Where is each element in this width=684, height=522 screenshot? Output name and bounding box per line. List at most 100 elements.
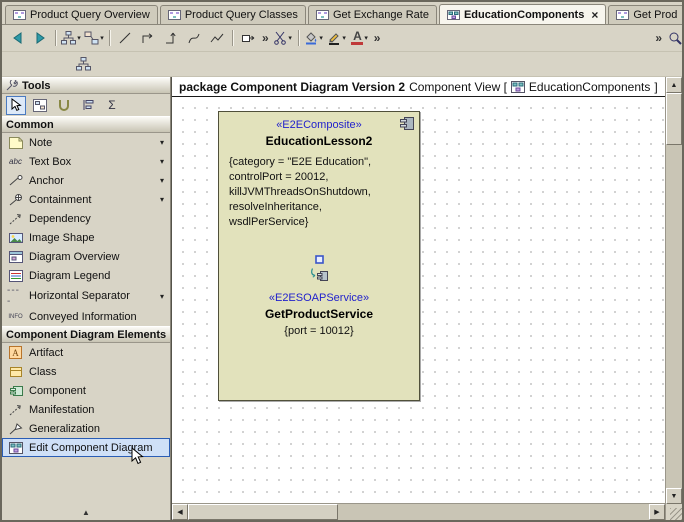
drag-tool-button[interactable]	[54, 96, 74, 115]
palette-item-artifact[interactable]: A Artifact	[2, 343, 170, 362]
common-header-label: Common	[6, 119, 54, 131]
component-icon	[9, 385, 23, 397]
palette-item-manifestation[interactable]: Manifestation	[2, 400, 170, 419]
palette-item-diagram-overview[interactable]: Diagram Overview	[2, 247, 170, 266]
palette-item-generalization[interactable]: Generalization	[2, 419, 170, 438]
palette-item-diagram-legend[interactable]: Diagram Legend	[2, 266, 170, 285]
display-related-elements-button[interactable]	[72, 54, 94, 74]
nested-properties: {port = 10012}	[219, 325, 419, 337]
palette-item-note[interactable]: Note ▾	[2, 133, 170, 152]
shape-arrow-button[interactable]	[237, 28, 259, 48]
curved-line-icon	[187, 31, 201, 45]
component-stereotype: «E2EComposite»	[219, 119, 419, 131]
dropdown-icon: ▾	[100, 34, 104, 42]
forward-button[interactable]	[29, 28, 51, 48]
class-icon	[9, 366, 23, 378]
toolbar-overflow-icon[interactable]: »	[372, 31, 383, 45]
scroll-left-button[interactable]: ◀	[172, 504, 188, 520]
fill-color-button[interactable]: ▾	[303, 28, 325, 48]
dropdown-icon[interactable]: ▾	[160, 138, 164, 147]
palette-item-image-shape[interactable]: Image Shape	[2, 228, 170, 247]
palette-item-anchor[interactable]: Anchor ▾	[2, 171, 170, 190]
rectilinear-line-icon	[141, 31, 155, 45]
select-in-tree-tool-button[interactable]	[30, 96, 50, 115]
dropdown-icon: ▾	[77, 34, 81, 42]
component-diagram-elements-section-header[interactable]: Component Diagram Elements	[2, 326, 170, 343]
containment-tree-button[interactable]: ▾	[60, 28, 82, 48]
zigzag-path-button[interactable]	[206, 28, 228, 48]
dropdown-icon[interactable]: ▾	[160, 157, 164, 166]
dropdown-icon[interactable]: ▾	[160, 195, 164, 204]
common-section-header[interactable]: Common	[2, 116, 170, 133]
horizontal-scroll-track[interactable]	[188, 504, 649, 520]
align-tool-button[interactable]	[78, 96, 98, 115]
palette-item-edit-component-diagram[interactable]: Edit Component Diagram	[2, 438, 170, 457]
palette-item-horizontal-separator[interactable]: ---- Horizontal Separator ▾	[2, 285, 170, 307]
component-educationlesson2[interactable]: «E2EComposite» EducationLesson2 {categor…	[218, 111, 420, 401]
palette-item-component[interactable]: Component	[2, 381, 170, 400]
dropdown-icon: ▾	[288, 34, 292, 42]
tab-label: EducationComponents	[464, 9, 584, 21]
diagram-overview-icon	[9, 251, 23, 263]
bent-path-button[interactable]	[160, 28, 182, 48]
elements-header-label: Component Diagram Elements	[6, 329, 166, 341]
curved-path-button[interactable]	[183, 28, 205, 48]
back-arrow-icon	[11, 32, 24, 44]
palette-item-label: Conveyed Information	[29, 311, 137, 323]
zigzag-line-icon	[210, 31, 224, 45]
horizontal-scrollbar[interactable]: ◀ ▶	[172, 503, 665, 520]
zoom-button[interactable]	[664, 28, 684, 48]
palette-item-text-box[interactable]: abc Text Box ▾	[2, 152, 170, 171]
main-area: Tools Σ Common	[2, 77, 682, 520]
horizontal-scroll-thumb[interactable]	[188, 504, 338, 520]
oblique-path-button[interactable]	[114, 28, 136, 48]
tab-product-query-classes[interactable]: Product Query Classes	[160, 5, 306, 24]
diagram-grid[interactable]: «E2EComposite» EducationLesson2 {categor…	[172, 97, 665, 503]
scroll-up-button[interactable]: ▲	[666, 77, 682, 93]
tools-icon	[6, 80, 18, 91]
nested-service-block[interactable]: «E2ESOAPService» GetProductService {port…	[219, 292, 419, 337]
tab-close-icon[interactable]: ×	[591, 8, 598, 22]
application-window: Product Query Overview Product Query Cla…	[0, 0, 684, 522]
secondary-toolbar	[2, 52, 682, 77]
bent-line-icon	[164, 31, 178, 45]
tab-educationcomponents[interactable]: EducationComponents ×	[439, 4, 606, 24]
vertical-scroll-thumb[interactable]	[666, 93, 682, 145]
rectilinear-path-button[interactable]	[137, 28, 159, 48]
window-resize-grip[interactable]	[670, 508, 682, 520]
related-elements-icon	[84, 31, 99, 45]
tools-button-row: Σ	[2, 94, 170, 116]
tab-get-prod[interactable]: Get Prod	[608, 5, 682, 24]
nested-part-symbols[interactable]	[219, 254, 419, 283]
align-icon	[82, 99, 95, 111]
sum-tool-button[interactable]: Σ	[102, 96, 122, 115]
palette-item-class[interactable]: Class	[2, 362, 170, 381]
palette-item-label: Anchor	[29, 175, 64, 187]
cut-button[interactable]: ▾	[272, 28, 294, 48]
related-elements-button[interactable]: ▾	[83, 28, 105, 48]
nested-stereotype: «E2ESOAPService»	[219, 292, 419, 304]
toolbar-separator	[52, 30, 59, 46]
tools-section-header[interactable]: Tools	[2, 77, 170, 94]
back-button[interactable]	[6, 28, 28, 48]
mini-diagram-icon	[33, 99, 47, 112]
toolbar-separator	[295, 30, 302, 46]
scroll-right-button[interactable]: ▶	[649, 504, 665, 520]
tab-product-query-overview[interactable]: Product Query Overview	[5, 5, 158, 24]
tab-get-exchange-rate[interactable]: Get Exchange Rate	[308, 5, 437, 24]
toolbar-overflow-icon[interactable]: »	[653, 31, 664, 45]
font-color-button[interactable]: A ▾	[349, 28, 371, 48]
toolbar-overflow-icon[interactable]: »	[260, 31, 271, 45]
dropdown-icon[interactable]: ▾	[160, 292, 164, 301]
palette-item-conveyed-information[interactable]: INFO Conveyed Information	[2, 307, 170, 326]
palette-item-containment[interactable]: Containment ▾	[2, 190, 170, 209]
scroll-down-button[interactable]: ▼	[666, 488, 682, 504]
palette-item-dependency[interactable]: Dependency	[2, 209, 170, 228]
vertical-scrollbar[interactable]: ▲ ▼	[665, 77, 682, 520]
palette-scroll-up-button[interactable]: ▲	[2, 504, 170, 520]
vertical-scroll-track[interactable]	[666, 93, 682, 488]
cursor-icon	[11, 98, 22, 112]
dropdown-icon[interactable]: ▾	[160, 176, 164, 185]
line-color-button[interactable]: ▾	[326, 28, 348, 48]
selection-tool-button[interactable]	[6, 96, 26, 115]
